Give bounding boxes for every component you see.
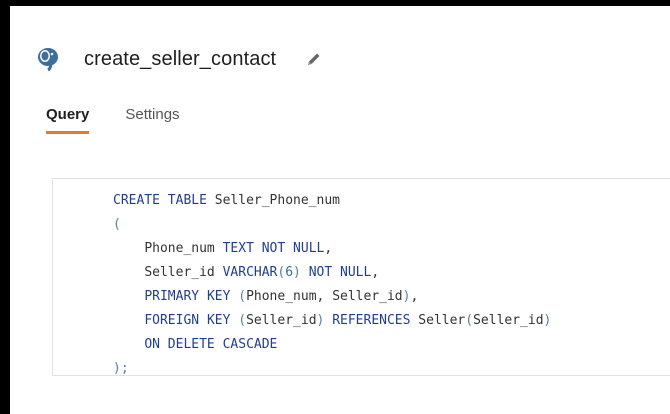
code-line: ON DELETE CASCADE	[144, 337, 278, 352]
code-line: Phone_num TEXT NOT NULL,	[144, 241, 333, 256]
code-line: FOREIGN KEY (Seller_id) REFERENCES Selle…	[144, 313, 552, 328]
postgresql-elephant-icon	[36, 46, 60, 72]
query-editor[interactable]: CREATE TABLE Seller_Phone_num ( Phone_num…	[52, 178, 670, 376]
page-title: create_seller_contact	[84, 47, 277, 70]
code-line: Seller_id VARCHAR(6) NOT NULL,	[144, 265, 380, 280]
query-panel: create_seller_contact Query Settings CRE…	[10, 6, 670, 414]
code-line: (	[113, 217, 121, 232]
tab-settings[interactable]: Settings	[125, 106, 179, 134]
code-line: CREATE TABLE Seller_Phone_num	[113, 193, 340, 208]
header: create_seller_contact	[36, 44, 322, 74]
tab-query[interactable]: Query	[46, 106, 90, 134]
code-line: PRIMARY KEY (Phone_num, Seller_id),	[144, 289, 419, 304]
tab-bar: Query Settings	[46, 106, 216, 134]
window-frame: create_seller_contact Query Settings CRE…	[0, 0, 670, 414]
pencil-icon[interactable]	[306, 51, 322, 67]
sql-code: CREATE TABLE Seller_Phone_num ( Phone_num…	[113, 189, 551, 381]
code-line: );	[113, 361, 129, 376]
